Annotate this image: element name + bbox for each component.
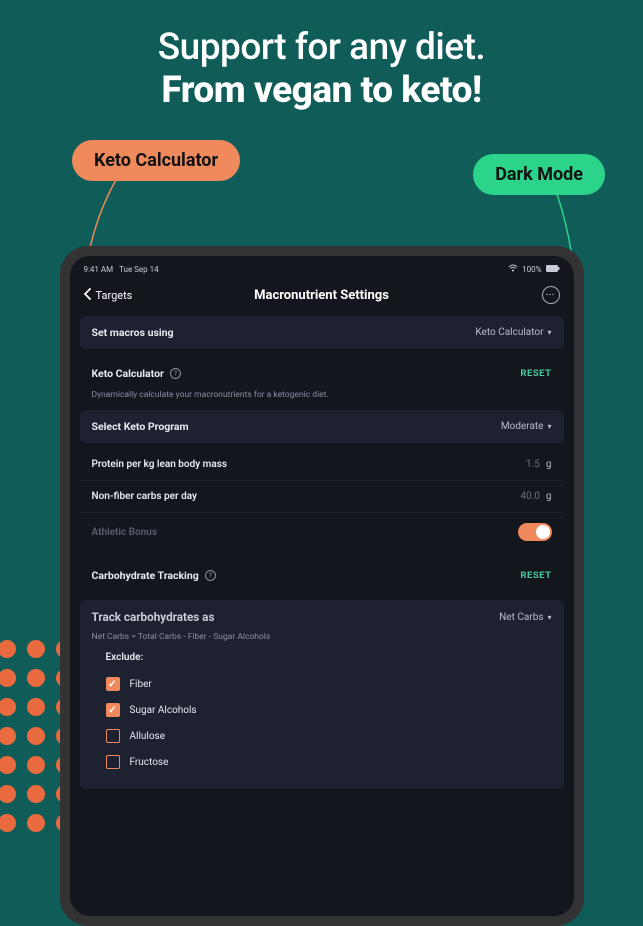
status-battery: 100% (522, 265, 541, 274)
exclude-item[interactable]: Allulose (92, 723, 552, 749)
status-time: 9:41 AM (84, 265, 114, 274)
ellipsis-icon: ⋯ (546, 290, 556, 300)
chevron-down-icon: ▾ (547, 422, 551, 431)
exclude-item[interactable]: Fiber (92, 671, 552, 697)
chevron-down-icon: ▾ (547, 613, 551, 622)
help-icon[interactable]: ? (205, 570, 216, 581)
page-title: Macronutrient Settings (254, 288, 389, 303)
overflow-menu-button[interactable]: ⋯ (542, 286, 560, 304)
set-macros-select[interactable]: Keto Calculator ▾ (475, 327, 551, 338)
back-label: Targets (96, 289, 133, 302)
athletic-bonus-toggle[interactable] (518, 523, 552, 541)
hero-line1: Support for any diet. (158, 26, 485, 69)
exclude-item[interactable]: Fructose (92, 749, 552, 775)
callout-pill-keto: Keto Calculator (72, 140, 240, 181)
track-carbs-select[interactable]: Net Carbs ▾ (499, 612, 551, 623)
status-bar: 9:41 AM Tue Sep 14 100% (70, 262, 574, 280)
status-date: Tue Sep 14 (119, 265, 159, 274)
callout-pill-darkmode: Dark Mode (473, 154, 605, 195)
select-program-select[interactable]: Moderate ▾ (501, 421, 552, 432)
nav-header: Targets Macronutrient Settings ⋯ (70, 280, 574, 316)
nonfiber-value: 40.0 (520, 491, 540, 502)
exclude-item-label: Allulose (130, 731, 166, 742)
keto-calc-subtitle-row: Dynamically calculate your macronutrient… (80, 390, 564, 410)
tablet-frame: 9:41 AM Tue Sep 14 100% Targets Macro (60, 246, 584, 926)
checkbox[interactable] (106, 677, 120, 691)
help-icon[interactable]: ? (170, 368, 181, 379)
chevron-down-icon: ▾ (547, 328, 551, 337)
back-button[interactable]: Targets (84, 288, 133, 303)
hero-line2: From vegan to keto! (161, 69, 481, 112)
set-macros-label: Set macros using (92, 326, 174, 339)
battery-icon (546, 265, 560, 274)
exclude-title: Exclude: (92, 652, 552, 663)
checkbox[interactable] (106, 755, 120, 769)
protein-label: Protein per kg lean body mass (92, 459, 228, 470)
carb-reset-button[interactable]: RESET (520, 570, 551, 581)
checkbox[interactable] (106, 703, 120, 717)
athletic-bonus-label: Athletic Bonus (92, 527, 157, 538)
wifi-icon (508, 264, 518, 274)
set-macros-value: Keto Calculator (475, 327, 543, 338)
carb-tracking-title: Carbohydrate Tracking (92, 569, 199, 582)
select-program-value: Moderate (501, 421, 544, 432)
protein-unit: g (546, 459, 552, 470)
protein-row[interactable]: Protein per kg lean body mass 1.5 g (80, 449, 564, 481)
nonfiber-unit: g (546, 491, 552, 502)
select-program-card[interactable]: Select Keto Program Moderate ▾ (80, 410, 564, 443)
exclude-item-label: Fiber (130, 679, 152, 690)
keto-calc-header: Keto Calculator ? RESET (80, 357, 564, 390)
keto-calc-reset-button[interactable]: RESET (520, 368, 551, 379)
chevron-left-icon (84, 288, 92, 303)
nonfiber-label: Non-fiber carbs per day (92, 491, 197, 502)
protein-value: 1.5 (526, 459, 540, 470)
net-carbs-formula: Net Carbs = Total Carbs - Fiber - Sugar … (92, 632, 552, 642)
carb-tracking-header: Carbohydrate Tracking ? RESET (80, 559, 564, 592)
track-carbs-label: Track carbohydrates as (92, 610, 215, 624)
select-program-label: Select Keto Program (92, 420, 189, 433)
tablet-screen: 9:41 AM Tue Sep 14 100% Targets Macro (70, 256, 574, 916)
exclude-item-label: Sugar Alcohols (130, 705, 197, 716)
exclude-item-label: Fructose (130, 757, 169, 768)
athletic-bonus-row: Athletic Bonus (80, 513, 564, 551)
checkbox[interactable] (106, 729, 120, 743)
track-carbs-card: Track carbohydrates as Net Carbs ▾ Net C… (80, 600, 564, 789)
nonfiber-row[interactable]: Non-fiber carbs per day 40.0 g (80, 481, 564, 513)
keto-calc-subtitle: Dynamically calculate your macronutrient… (92, 390, 552, 400)
keto-calc-title: Keto Calculator (92, 367, 164, 380)
set-macros-card[interactable]: Set macros using Keto Calculator ▾ (80, 316, 564, 349)
hero-heading: Support for any diet. From vegan to keto… (0, 0, 643, 112)
exclude-item[interactable]: Sugar Alcohols (92, 697, 552, 723)
track-carbs-value: Net Carbs (499, 612, 543, 623)
